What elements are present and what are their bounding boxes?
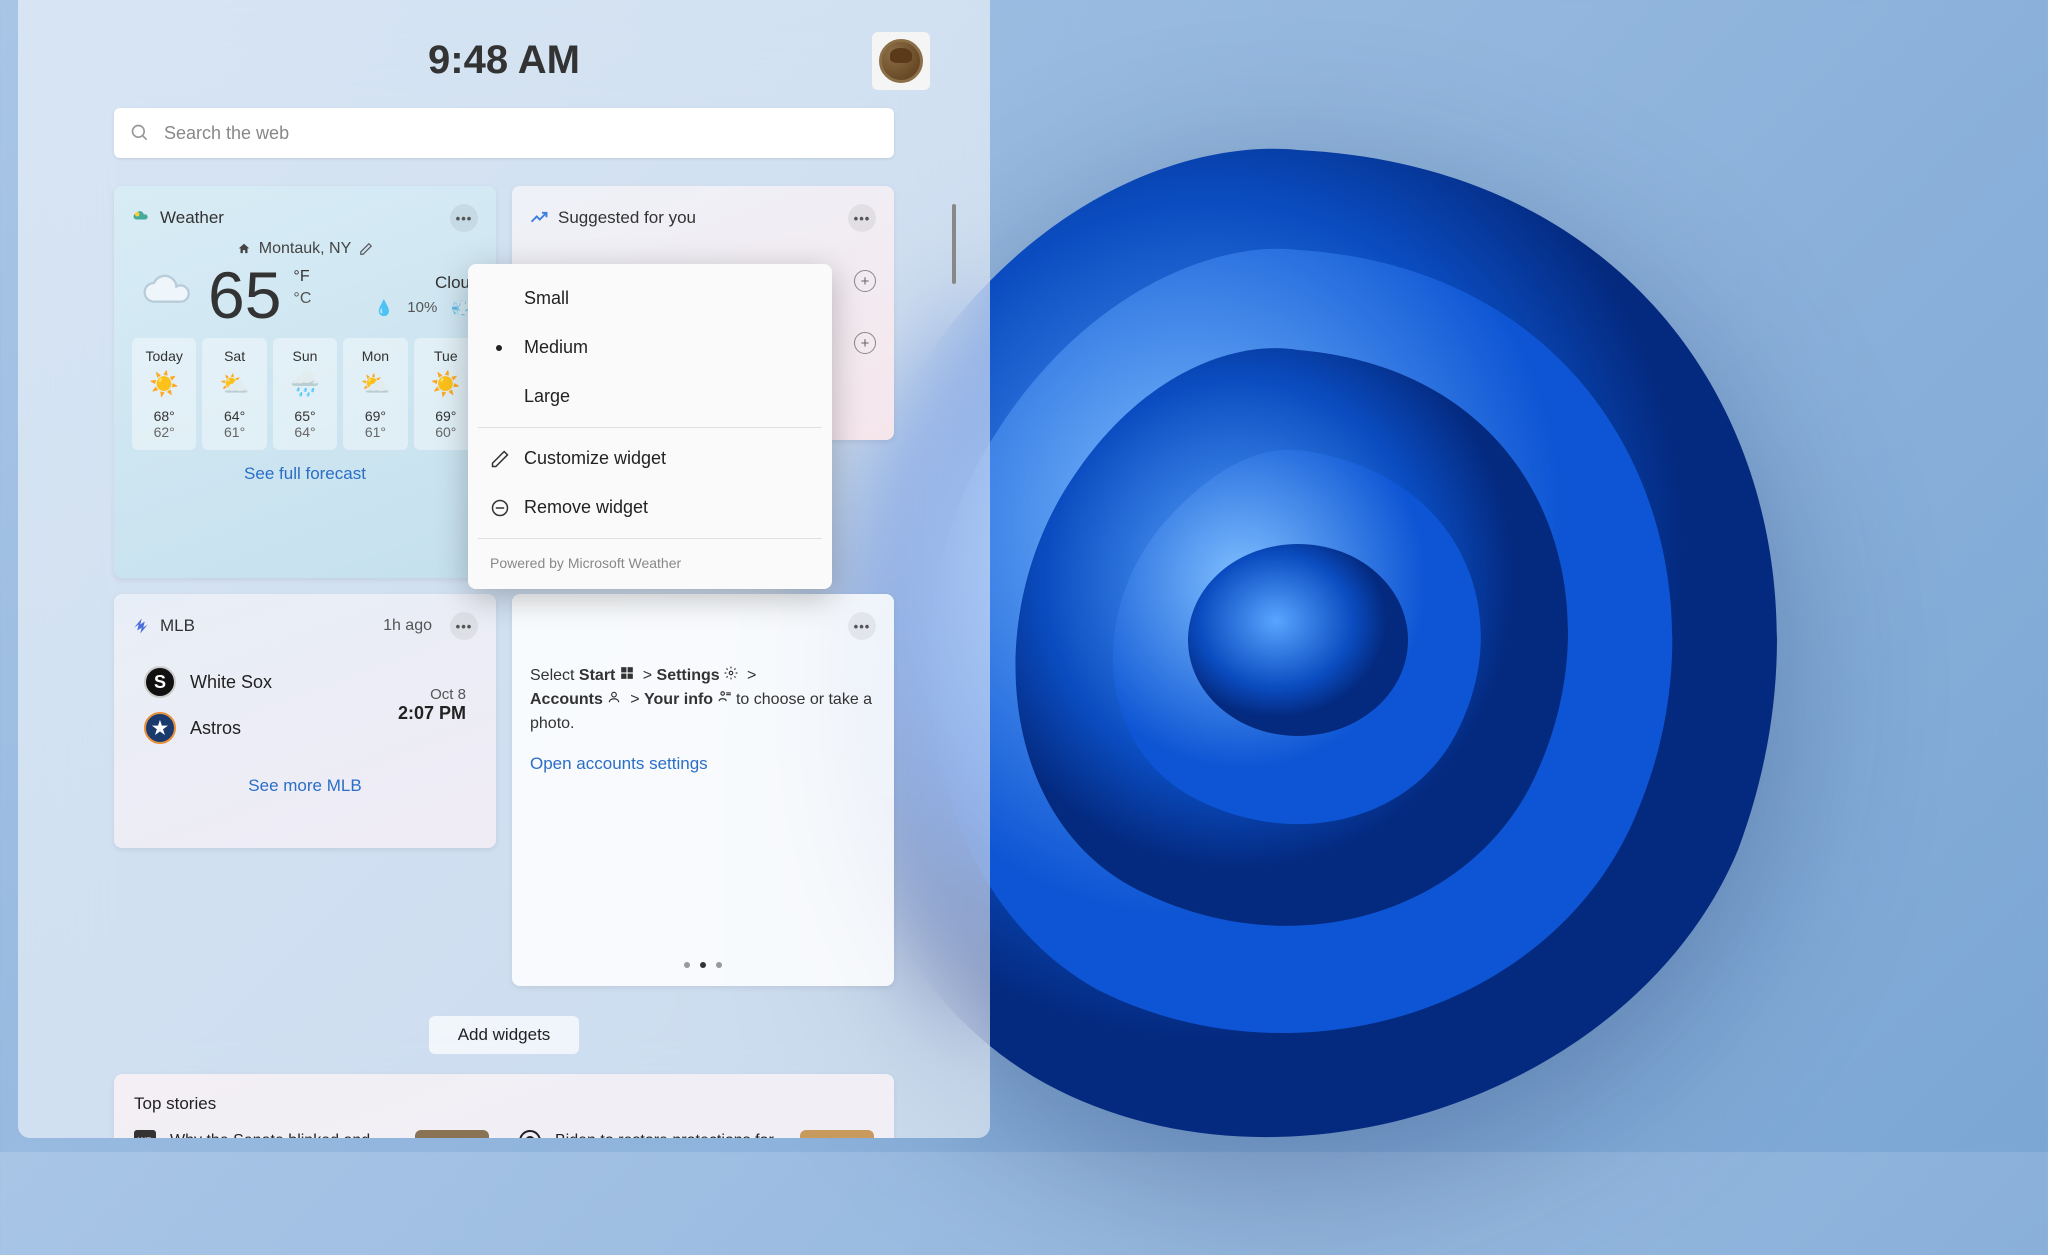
story-item[interactable]: WPWhy the Senate blinked and moved back … — [134, 1130, 489, 1138]
suggested-title: Suggested for you — [558, 208, 838, 228]
add-stock-button[interactable]: + — [854, 270, 876, 292]
scrollbar-thumb[interactable] — [952, 204, 956, 284]
size-large-item[interactable]: Large — [468, 372, 832, 421]
menu-footer: Powered by Microsoft Weather — [468, 545, 832, 579]
page-dot[interactable] — [716, 962, 722, 968]
search-input[interactable]: Search the web — [114, 108, 894, 158]
profile-avatar[interactable] — [872, 32, 930, 90]
team-row: SWhite Sox — [144, 666, 272, 698]
weather-widget: Weather ••• Montauk, NY 65 °F °C C — [114, 186, 496, 578]
condition-text: Clou — [375, 273, 470, 293]
mlb-more-button[interactable]: ••• — [450, 612, 478, 640]
gear-icon — [724, 666, 738, 680]
top-stories-widget: Top stories WPWhy the Senate blinked and… — [114, 1074, 894, 1138]
top-stories-title: Top stories — [134, 1094, 874, 1114]
pencil-icon — [490, 449, 510, 469]
size-small-item[interactable]: Small — [468, 274, 832, 323]
start-icon — [620, 666, 634, 680]
cloud-icon — [140, 262, 196, 318]
forecast-day[interactable]: Mon⛅69°61° — [343, 338, 407, 450]
game-time: 2:07 PM — [398, 703, 466, 724]
temperature: 65 — [208, 262, 281, 328]
team-row: ★Astros — [144, 712, 272, 744]
weather-icon — [132, 209, 150, 227]
story-thumb — [800, 1130, 874, 1138]
tips-widget: ••• Select Start > Settings >Accounts > … — [512, 594, 894, 986]
menu-divider — [478, 427, 822, 428]
size-medium-item[interactable]: Medium — [468, 323, 832, 372]
suggested-more-button[interactable]: ••• — [848, 204, 876, 232]
precip-icon: 💧 — [375, 299, 394, 317]
trending-icon — [530, 209, 548, 227]
page-dot[interactable] — [700, 962, 706, 968]
open-accounts-link[interactable]: Open accounts settings — [530, 754, 876, 774]
forecast-day[interactable]: Sat⛅64°61° — [202, 338, 266, 450]
page-dot[interactable] — [684, 962, 690, 968]
game-card[interactable]: SWhite Sox ★Astros Oct 8 2:07 PM — [132, 648, 478, 762]
search-placeholder: Search the web — [164, 123, 289, 144]
remove-icon — [490, 498, 510, 518]
mlb-title: MLB — [160, 616, 373, 636]
info-icon — [718, 690, 732, 704]
see-more-mlb-link[interactable]: See more MLB — [132, 776, 478, 796]
weather-more-button[interactable]: ••• — [450, 204, 478, 232]
source-icon: WP — [134, 1130, 156, 1138]
story-row: WPWhy the Senate blinked and moved back … — [134, 1130, 874, 1138]
add-widgets-button[interactable]: Add widgets — [429, 1016, 579, 1054]
team-list: SWhite Sox ★Astros — [144, 666, 272, 744]
precip-value: 10% — [407, 299, 437, 317]
edit-icon[interactable] — [359, 242, 373, 256]
home-icon — [237, 242, 251, 256]
menu-sizes: SmallMediumLarge — [468, 274, 832, 421]
mlb-ago: 1h ago — [383, 617, 432, 635]
story-thumb — [415, 1130, 489, 1138]
temp-unit-toggle[interactable]: °F °C — [293, 268, 311, 308]
add-stock-button[interactable]: + — [854, 332, 876, 354]
story-item[interactable]: Biden to restore protections for three n… — [519, 1130, 874, 1138]
source-icon — [519, 1130, 541, 1138]
scrollbar[interactable] — [952, 204, 956, 364]
menu-divider — [478, 538, 822, 539]
forecast-day[interactable]: Sun🌧️65°64° — [273, 338, 337, 450]
widget-context-menu: SmallMediumLarge Customize widget Remove… — [468, 264, 832, 589]
weather-title: Weather — [160, 208, 440, 228]
weather-location[interactable]: Montauk, NY — [132, 240, 478, 258]
tips-body: Select Start > Settings >Accounts > Your… — [530, 664, 876, 736]
person-icon — [607, 690, 621, 704]
remove-widget-item[interactable]: Remove widget — [468, 483, 832, 532]
search-icon — [130, 123, 150, 143]
sports-icon — [132, 617, 150, 635]
mlb-widget: MLB 1h ago ••• SWhite Sox ★Astros Oct 8 2… — [114, 594, 496, 848]
full-forecast-link[interactable]: See full forecast — [132, 464, 478, 484]
widgets-panel: 9:48 AM Search the web Weather ••• Monta… — [18, 0, 990, 1138]
clock: 9:48 AM — [428, 38, 580, 83]
forecast-day[interactable]: Today☀️68°62° — [132, 338, 196, 450]
forecast-row: Today☀️68°62°Sat⛅64°61°Sun🌧️65°64°Mon⛅69… — [132, 338, 478, 450]
game-date: Oct 8 — [398, 686, 466, 703]
tips-pagination[interactable] — [684, 962, 722, 968]
tips-more-button[interactable]: ••• — [848, 612, 876, 640]
customize-widget-item[interactable]: Customize widget — [468, 434, 832, 483]
